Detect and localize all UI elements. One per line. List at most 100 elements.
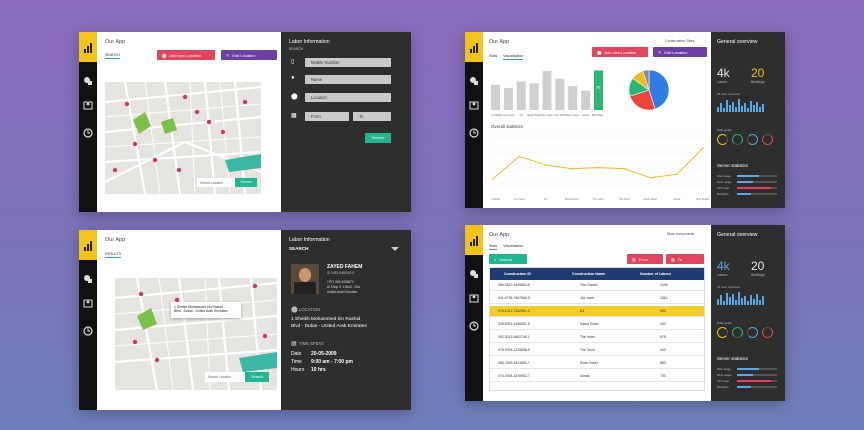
add-location-button[interactable]: ⬤ Add new Location [592,47,648,57]
app-logo [465,225,483,255]
table-row[interactable]: 002-3013-5692748-1 The Index 678 [490,332,704,343]
map-search-button[interactable]: Search [245,372,269,382]
table-row[interactable]: 048-5991-4456651-5 Sama Tower 400 [490,319,704,330]
to-field[interactable]: To [353,112,391,121]
bandwith-bar [737,386,777,388]
book-map-icon[interactable] [83,298,93,308]
pin-icon: ⬤ [162,52,167,58]
timer-icon[interactable] [83,128,93,138]
map-hand-icon[interactable] [469,76,479,86]
pin-icon: ⬤ [597,49,602,55]
table-row[interactable]: 041-4736-7667866-9 JAL hotel 1810 [490,293,704,304]
line-point [623,167,626,170]
bar-tick-label: Burj Khalifa [592,113,603,117]
bar-tick-label: The Citadel [491,113,503,117]
cell-number-labors: 730 [660,374,666,378]
search-button[interactable]: ⌕ Search [489,254,527,264]
edit-location-label: Edit Location [232,52,256,58]
tab-search[interactable]: SEARCH [105,53,120,59]
cell-number-labors: 1810 [660,296,668,300]
overall-statistics-title: Overall statistics [491,124,523,129]
map-search-button[interactable]: Search [235,178,257,187]
line-point [544,164,547,166]
labors-count: 4k [717,259,730,273]
map-search-input[interactable]: Search Location [205,372,245,382]
tab-stats[interactable]: Stats [489,54,497,60]
map-hand-icon[interactable] [83,274,93,284]
book-map-icon[interactable] [469,100,479,110]
cell-construction-name: D1 [580,309,585,313]
bar [503,87,513,110]
line-tick-label: Burj Khalifa [696,197,709,201]
cell-construction-id: 041-4736-7667866-9 [498,296,530,300]
mobile-number-field[interactable]: Mobile Number [305,58,391,67]
daily-goals-rings [717,327,773,338]
bar [581,90,591,110]
line-point [649,176,652,179]
line-tick-label: JAL hotel [514,197,525,201]
map-hand-icon[interactable] [469,269,479,279]
more-components-label[interactable]: More components [667,232,694,236]
bar-tick-label: The Torch [554,113,566,117]
table-row[interactable]: 074-0058-1876952-7 Almas 730 [490,371,704,382]
add-location-label: Add new Location [604,49,637,55]
collapse-chevron-icon[interactable] [391,247,399,251]
line-tick-label: D1 [544,197,548,201]
map-search-input[interactable]: Search Location [197,178,235,187]
timer-icon[interactable] [83,326,93,336]
edit-location-label: Edit Location [664,49,688,55]
location-text-1: 1 Sheikh Mohammed bin Rashid [291,317,361,322]
general-overview-title: General overview [717,39,758,45]
line-tick-label: The Citadel [491,197,500,201]
buildings-label: Buildings [751,80,765,84]
to-button[interactable]: ▦ To [666,254,704,264]
line-point [702,147,704,149]
map-view[interactable]: Search Location Search [105,82,261,194]
from-button[interactable]: ▦ From [627,254,663,264]
add-location-button[interactable]: ⬤ Add new Location [157,50,215,60]
search-label: Search [499,256,512,262]
server-item-cpu: CPU load [717,379,729,383]
panel-stats-table: Our App More components Stats Visualisati… [465,225,785,401]
table-row[interactable]: 078-9765-1225536-8 The Torch 340 [490,345,704,356]
cell-number-labors: 340 [660,348,666,352]
labor-info-panel: Labor Information SEARCH ▯ Mobile Number… [281,32,411,212]
table-row[interactable]: 055-7599-4524895-7 Rose Tower 880 [490,358,704,369]
buildings-count: 20 [751,259,765,273]
edit-location-button[interactable]: ✎ Edit Location [653,47,707,57]
avatar [291,264,319,294]
bar [529,83,539,110]
to-label: To [677,256,683,262]
line-tick-label: The Torch [619,197,631,201]
edit-location-button[interactable]: ✎ Edit Location [221,50,277,60]
tab-visualisation[interactable]: Visualisation [503,54,524,60]
table-row[interactable]: 078-1012-7462861-4 D1 855 [490,306,704,317]
labor-info-panel: Labor Information SEARCH ZAYED FAHEM ID … [281,230,411,410]
bar-tick-label: Rose Tower [566,113,580,117]
labors-label: Labors [717,80,728,84]
labor-search-button[interactable]: Search [365,133,391,143]
map-hand-icon[interactable] [83,76,93,86]
from-field[interactable]: From [305,112,349,121]
buildings-count: 20 [751,66,765,80]
map-view[interactable]: 1 Sheikh Mohammed bin Rashid Blvd - Duba… [115,278,277,390]
bar [594,70,603,110]
user-icon: ● [291,75,295,81]
calendar-icon: ▦ [632,256,636,262]
book-map-icon[interactable] [469,293,479,303]
calendar-icon: ▦ [291,113,297,119]
name-field[interactable]: Name [305,75,391,84]
tab-stats[interactable]: Stats [489,244,498,250]
location-field[interactable]: Location [305,93,391,102]
timer-icon[interactable] [469,128,479,138]
timer-icon[interactable] [469,321,479,331]
cell-construction-id: 074-0058-1876952-7 [498,374,530,378]
bar [516,81,526,110]
app-title: Our App [105,237,126,243]
tab-visualisation[interactable]: Visualisation [503,244,523,250]
table-row[interactable]: 056-0462-5449854-8 The Citadel 1046 [490,280,704,291]
tab-results[interactable]: RESULTS [105,252,122,258]
bar-highlight-label: 86 [597,85,601,89]
line-point [492,178,494,180]
book-map-icon[interactable] [83,100,93,110]
